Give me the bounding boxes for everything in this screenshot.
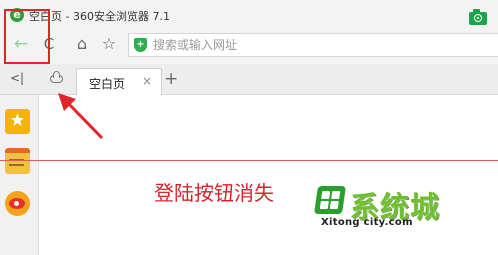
security-shield-icon: + — [134, 38, 147, 52]
cloud-sync-icon[interactable] — [50, 71, 63, 83]
pointer-arrow — [58, 93, 104, 140]
screenshot-camera-icon[interactable] — [469, 9, 487, 25]
annotation-text: 登陆按钮消失 — [154, 181, 274, 205]
favorite-star-button[interactable]: ☆ — [98, 30, 120, 58]
tab-label: 空白页 — [89, 77, 126, 91]
navigation-toolbar: ← C ⌂ ☆ + — [0, 30, 498, 64]
sidebar-toggle-button[interactable]: <| — [10, 71, 24, 85]
watermark-url: Xitong city.com — [321, 217, 413, 228]
new-tab-button[interactable]: + — [164, 69, 178, 89]
home-button[interactable]: ⌂ — [71, 30, 93, 58]
notes-icon[interactable] — [5, 148, 30, 174]
divider-line — [0, 160, 498, 161]
highlight-box — [4, 9, 50, 64]
address-bar[interactable]: + — [128, 33, 498, 57]
left-sidebar: ★ — [0, 95, 39, 255]
weibo-icon[interactable] — [5, 191, 30, 216]
address-input[interactable] — [153, 34, 483, 56]
tab-close-icon[interactable]: × — [142, 74, 152, 88]
title-bar: e 空白页 - 360安全浏览器 7.1 — [0, 0, 498, 30]
favorites-star-icon[interactable]: ★ — [5, 109, 30, 134]
tab-blank-page[interactable]: 空白页 × — [76, 68, 162, 95]
watermark-logo-icon — [314, 186, 346, 214]
window-title: 空白页 - 360安全浏览器 7.1 — [29, 10, 170, 23]
tab-strip: <| 空白页 × + — [0, 64, 498, 95]
